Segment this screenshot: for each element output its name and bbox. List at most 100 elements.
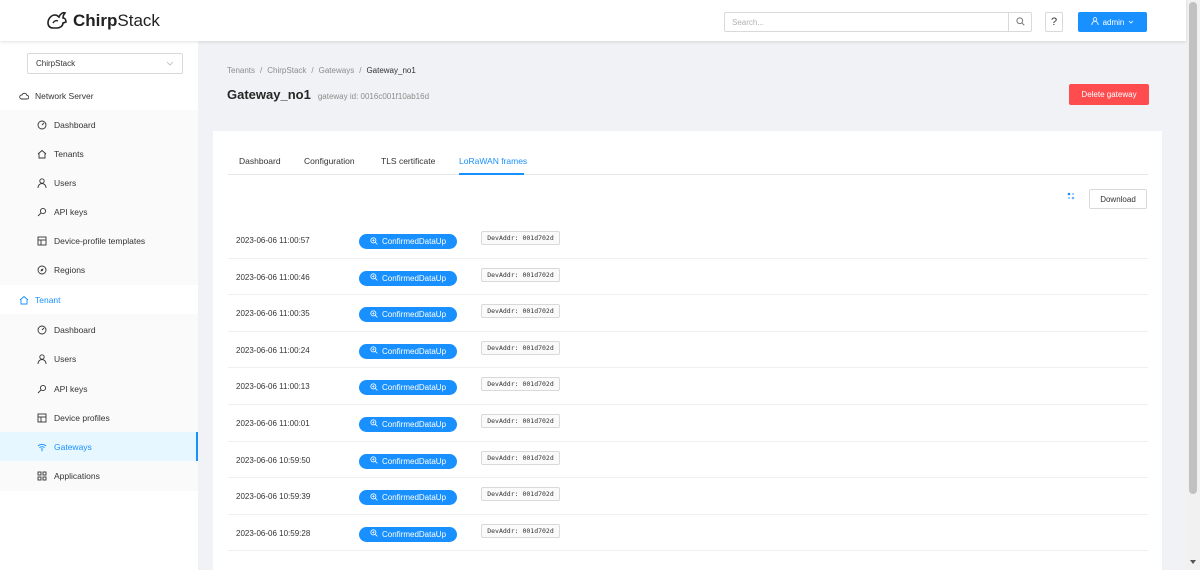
logo[interactable]: ChirpStack xyxy=(45,10,160,32)
search-box xyxy=(724,12,1032,32)
zoom-in-icon xyxy=(370,383,378,393)
chevron-down-icon xyxy=(166,59,174,69)
dashboard-icon xyxy=(37,120,47,130)
devaddr-tag: DevAddr: 001d702d xyxy=(481,377,560,392)
user-icon xyxy=(1090,17,1099,27)
list-item[interactable]: 2023-06-06 11:00:46 ConfirmedDataUp DevA… xyxy=(228,259,1148,296)
breadcrumb-tenants[interactable]: Tenants xyxy=(227,66,255,75)
breadcrumb-separator: / xyxy=(260,66,263,75)
devaddr-tag: DevAddr: 001d702d xyxy=(481,413,560,428)
frame-type-tag[interactable]: ConfirmedDataUp xyxy=(359,234,457,249)
devaddr-tag: DevAddr: 001d702d xyxy=(481,340,560,355)
breadcrumb-tenant[interactable]: ChirpStack xyxy=(267,66,306,75)
home-icon xyxy=(19,295,29,305)
search-input[interactable] xyxy=(725,13,1009,31)
sidebar-item-ns-dashboard[interactable]: Dashboard xyxy=(0,110,198,139)
frames-list: 2023-06-06 11:00:57 ConfirmedDataUp DevA… xyxy=(228,222,1148,552)
active-tab-indicator xyxy=(459,173,524,175)
wifi-icon xyxy=(37,442,47,452)
menu-group-network-server[interactable]: Network Server xyxy=(0,81,198,110)
frame-type-label: ConfirmedDataUp xyxy=(381,237,447,246)
download-button[interactable]: Download xyxy=(1089,189,1147,209)
dashboard-icon xyxy=(37,325,47,335)
list-item[interactable]: 2023-06-06 10:59:39 ConfirmedDataUp DevA… xyxy=(228,478,1148,515)
menu-group-tenant[interactable]: Tenant xyxy=(0,285,198,314)
breadcrumb-separator: / xyxy=(359,66,362,75)
tab-dashboard[interactable]: Dashboard xyxy=(239,156,281,166)
key-icon xyxy=(37,207,47,217)
frame-type-tag[interactable]: ConfirmedDataUp xyxy=(359,380,457,396)
search-icon xyxy=(1015,16,1025,28)
tab-lorawan-frames[interactable]: LoRaWAN frames xyxy=(459,156,527,166)
breadcrumb-gateways[interactable]: Gateways xyxy=(319,66,355,75)
sidebar-item-tenant-api-keys[interactable]: API keys xyxy=(0,374,198,403)
logo-text: ChirpStack xyxy=(73,11,160,30)
zoom-in-icon xyxy=(370,346,378,356)
frame-type-label: ConfirmedDataUp xyxy=(381,419,447,429)
sidebar-item-tenant-users[interactable]: Users xyxy=(0,344,198,373)
tab-tls-certificate[interactable]: TLS certificate xyxy=(381,156,435,166)
list-item[interactable]: 2023-06-06 11:00:13 ConfirmedDataUp DevA… xyxy=(228,368,1148,405)
sidebar-item-label: Gateways xyxy=(54,441,92,452)
zoom-in-icon xyxy=(370,236,378,247)
sidebar-item-device-profile-templates[interactable]: Device-profile templates xyxy=(0,226,198,255)
devaddr-tag: DevAddr: 001d702d xyxy=(481,267,560,282)
user-icon xyxy=(37,177,47,188)
frame-type-tag[interactable]: ConfirmedDataUp xyxy=(359,526,457,542)
sidebar-item-label: Dashboard xyxy=(54,324,96,335)
help-button[interactable]: ? xyxy=(1045,12,1063,32)
sidebar-item-applications[interactable]: Applications xyxy=(0,461,198,490)
breadcrumb-current: Gateway_no1 xyxy=(366,66,416,75)
page-title: Gateway_no1 xyxy=(227,87,311,102)
user-menu-button[interactable]: admin xyxy=(1078,12,1147,32)
devaddr-tag: DevAddr: 001d702d xyxy=(481,304,560,319)
menu-group-label: Network Server xyxy=(35,90,94,101)
cloud-icon xyxy=(19,91,29,101)
user-icon xyxy=(37,353,47,364)
scrollbar-thumb[interactable] xyxy=(1189,2,1197,494)
tenant-select-value: ChirpStack xyxy=(36,59,76,68)
list-item[interactable]: 2023-06-06 11:00:01 ConfirmedDataUp DevA… xyxy=(228,405,1148,442)
sidebar-item-tenants[interactable]: Tenants xyxy=(0,139,198,168)
tab-bar: Dashboard Configuration TLS certificate … xyxy=(228,131,1148,175)
sidebar-item-ns-api-keys[interactable]: API keys xyxy=(0,197,198,226)
delete-gateway-label: Delete gateway xyxy=(1081,90,1137,99)
top-header: ChirpStack ? admin xyxy=(0,0,1186,41)
frame-type-tag[interactable]: ConfirmedDataUp xyxy=(359,343,457,359)
frame-type-tag[interactable]: ConfirmedDataUp xyxy=(359,416,457,432)
search-button[interactable] xyxy=(1008,13,1031,31)
page-scrollbar[interactable] xyxy=(1186,0,1200,570)
frame-time: 2023-06-06 11:00:35 xyxy=(236,309,310,319)
frame-type-tag[interactable]: ConfirmedDataUp xyxy=(359,270,457,286)
frame-type-tag[interactable]: ConfirmedDataUp xyxy=(359,307,457,323)
list-item[interactable]: 2023-06-06 11:00:57 ConfirmedDataUp DevA… xyxy=(228,222,1148,259)
list-item[interactable]: 2023-06-06 10:59:28 ConfirmedDataUp DevA… xyxy=(228,515,1148,552)
sidebar-item-regions[interactable]: Regions xyxy=(0,255,198,284)
template-icon xyxy=(37,236,47,246)
frame-time: 2023-06-06 11:00:24 xyxy=(236,345,310,355)
tab-configuration[interactable]: Configuration xyxy=(304,156,355,166)
tenant-select[interactable]: ChirpStack xyxy=(27,53,183,74)
list-item[interactable]: 2023-06-06 11:00:24 ConfirmedDataUp DevA… xyxy=(228,332,1148,369)
download-label: Download xyxy=(1100,194,1136,204)
chevron-down-icon xyxy=(1128,18,1134,27)
frame-type-label: ConfirmedDataUp xyxy=(381,493,447,503)
sidebar-item-label: API keys xyxy=(54,206,88,217)
list-item[interactable]: 2023-06-06 10:59:50 ConfirmedDataUp DevA… xyxy=(228,442,1148,479)
frame-time: 2023-06-06 10:59:39 xyxy=(236,492,311,502)
content-card: Dashboard Configuration TLS certificate … xyxy=(213,131,1162,570)
sidebar-item-gateways[interactable]: Gateways xyxy=(0,432,198,461)
sidebar-item-ns-users[interactable]: Users xyxy=(0,168,198,197)
sidebar-item-label: Applications xyxy=(54,470,100,481)
frame-type-tag[interactable]: ConfirmedDataUp xyxy=(359,490,457,506)
frame-type-tag[interactable]: ConfirmedDataUp xyxy=(359,453,457,469)
zoom-in-icon xyxy=(370,456,378,466)
sidebar-item-tenant-dashboard[interactable]: Dashboard xyxy=(0,315,198,344)
frame-time: 2023-06-06 11:00:46 xyxy=(236,272,310,282)
list-item[interactable]: 2023-06-06 11:00:35 ConfirmedDataUp DevA… xyxy=(228,295,1148,332)
page-subtitle: gateway id: 0016c001f10ab16d xyxy=(317,92,430,101)
breadcrumb: Tenants / ChirpStack / Gateways / Gatewa… xyxy=(227,66,416,75)
sidebar-item-device-profiles[interactable]: Device profiles xyxy=(0,403,198,432)
scroll-down-arrow-icon[interactable] xyxy=(1190,560,1196,564)
delete-gateway-button[interactable]: Delete gateway xyxy=(1069,84,1149,105)
